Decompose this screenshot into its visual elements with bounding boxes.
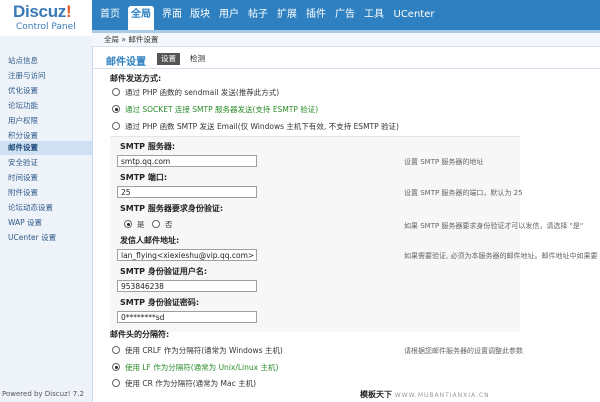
brand-subtitle: Control Panel xyxy=(16,22,76,32)
smtp-user-input[interactable]: 953846238 xyxy=(117,280,257,292)
tab-ads[interactable]: 广告 xyxy=(332,7,358,30)
send-method-php-smtp[interactable]: 通过 PHP 函数 SMTP 发送 Email(仅 Windows 主机下有效,… xyxy=(112,121,399,132)
sidebar-item-site-info[interactable]: 站点信息 xyxy=(8,54,38,68)
tab-tools[interactable]: 工具 xyxy=(361,7,387,30)
top-nav: 首页 全局 界面 版块 用户 帖子 扩展 插件 广告 工具 UCenter xyxy=(92,0,600,33)
radio-selected-icon xyxy=(124,220,132,228)
smtp-port-input[interactable]: 25 xyxy=(117,186,257,198)
tab-ucenter[interactable]: UCenter xyxy=(390,7,438,30)
smtp-port-help: 设置 SMTP 服务器的端口，默认为 25 xyxy=(404,189,523,197)
tab-interface[interactable]: 界面 xyxy=(159,7,185,30)
tab-settings-button[interactable]: 设置 xyxy=(157,53,180,65)
sidebar: 站点信息 注册与访问 优化设置 论坛功能 用户权限 积分设置 邮件设置 安全验证… xyxy=(0,36,93,402)
sidebar-item-optimize[interactable]: 优化设置 xyxy=(8,84,38,98)
page-header: 邮件设置 设置 检测 xyxy=(92,48,600,69)
radio-icon xyxy=(112,379,120,387)
sidebar-item-ucenter[interactable]: UCenter 设置 xyxy=(8,231,56,245)
tab-home[interactable]: 首页 xyxy=(96,7,124,30)
sidebar-item-mail[interactable]: 邮件设置 xyxy=(0,141,92,155)
separator-label: 邮件头的分隔符: xyxy=(110,330,170,339)
sender-help: 如果需要验证, 必须为本服务器的邮件地址。邮件地址中如果要 xyxy=(404,252,598,260)
radio-icon xyxy=(112,122,120,130)
radio-selected-icon xyxy=(112,363,120,371)
smtp-auth-yes[interactable]: 是 xyxy=(124,219,145,230)
smtp-user-label: SMTP 身份验证用户名: xyxy=(120,267,208,276)
radio-icon xyxy=(112,88,120,96)
sidebar-item-time[interactable]: 时间设置 xyxy=(8,171,38,185)
smtp-server-input[interactable]: smtp.qq.com xyxy=(117,155,257,167)
page-title: 邮件设置 xyxy=(106,57,146,68)
separator-cr[interactable]: 使用 CR 作为分隔符(通常为 Mac 主机) xyxy=(112,378,256,389)
smtp-pass-input[interactable]: 0********sd xyxy=(117,311,257,323)
sidebar-item-permissions[interactable]: 用户权限 xyxy=(8,114,38,128)
separator-lf[interactable]: 使用 LF 作为分隔符(通常为 Unix/Linux 主机) xyxy=(112,362,278,373)
sidebar-item-attachments[interactable]: 附件设置 xyxy=(8,186,38,200)
breadcrumb: 全局 » 邮件设置 xyxy=(92,33,600,47)
tab-posts[interactable]: 帖子 xyxy=(245,7,271,30)
sidebar-item-register[interactable]: 注册与访问 xyxy=(8,69,46,83)
smtp-auth-label: SMTP 服务器要求身份验证: xyxy=(120,204,224,213)
radio-icon xyxy=(112,346,120,354)
tab-check-button[interactable]: 检测 xyxy=(186,53,209,65)
tab-forums[interactable]: 版块 xyxy=(187,7,213,30)
send-method-label: 邮件发送方式: xyxy=(110,74,162,83)
sidebar-item-feed[interactable]: 论坛动态设置 xyxy=(8,201,53,215)
sidebar-item-security[interactable]: 安全验证 xyxy=(8,156,38,170)
smtp-server-help: 设置 SMTP 服务器的地址 xyxy=(404,158,484,166)
radio-selected-icon xyxy=(112,105,120,113)
smtp-server-label: SMTP 服务器: xyxy=(120,142,176,151)
sender-input[interactable]: lan_flying<xiexieshu@vip.qq.com> xyxy=(117,249,257,261)
powered-by: Powered by Discuz! 7.2 xyxy=(2,390,84,398)
brand-text: Discuz! xyxy=(13,2,72,21)
separator-help: 请根据您邮件服务器的设置调整此参数 xyxy=(404,347,523,355)
logo: Discuz! Control Panel xyxy=(0,0,92,36)
watermark: 模板天下 WWW.MUBANTIANXIA.CN xyxy=(360,390,490,399)
tab-plugins[interactable]: 插件 xyxy=(303,7,329,30)
smtp-port-label: SMTP 端口: xyxy=(120,173,168,182)
send-method-socket[interactable]: 通过 SOCKET 连接 SMTP 服务器发送(支持 ESMTP 验证) xyxy=(112,104,318,115)
smtp-auth-no[interactable]: 否 xyxy=(152,219,173,230)
sidebar-item-features[interactable]: 论坛功能 xyxy=(8,99,38,113)
smtp-pass-label: SMTP 身份验证密码: xyxy=(120,298,200,307)
tab-extend[interactable]: 扩展 xyxy=(274,7,300,30)
tab-global[interactable]: 全局 xyxy=(128,6,154,30)
send-method-sendmail[interactable]: 通过 PHP 函数的 sendmail 发送(推荐此方式) xyxy=(112,87,279,98)
sidebar-item-wap[interactable]: WAP 设置 xyxy=(8,216,42,230)
smtp-auth-help: 如果 SMTP 服务器要求身份验证才可以发信，请选择 "是" xyxy=(404,222,584,230)
radio-icon xyxy=(152,220,160,228)
tab-users[interactable]: 用户 xyxy=(216,7,242,30)
sender-label: 发信人邮件地址: xyxy=(120,236,180,245)
separator-crlf[interactable]: 使用 CRLF 作为分隔符(通常为 Windows 主机) xyxy=(112,345,283,356)
